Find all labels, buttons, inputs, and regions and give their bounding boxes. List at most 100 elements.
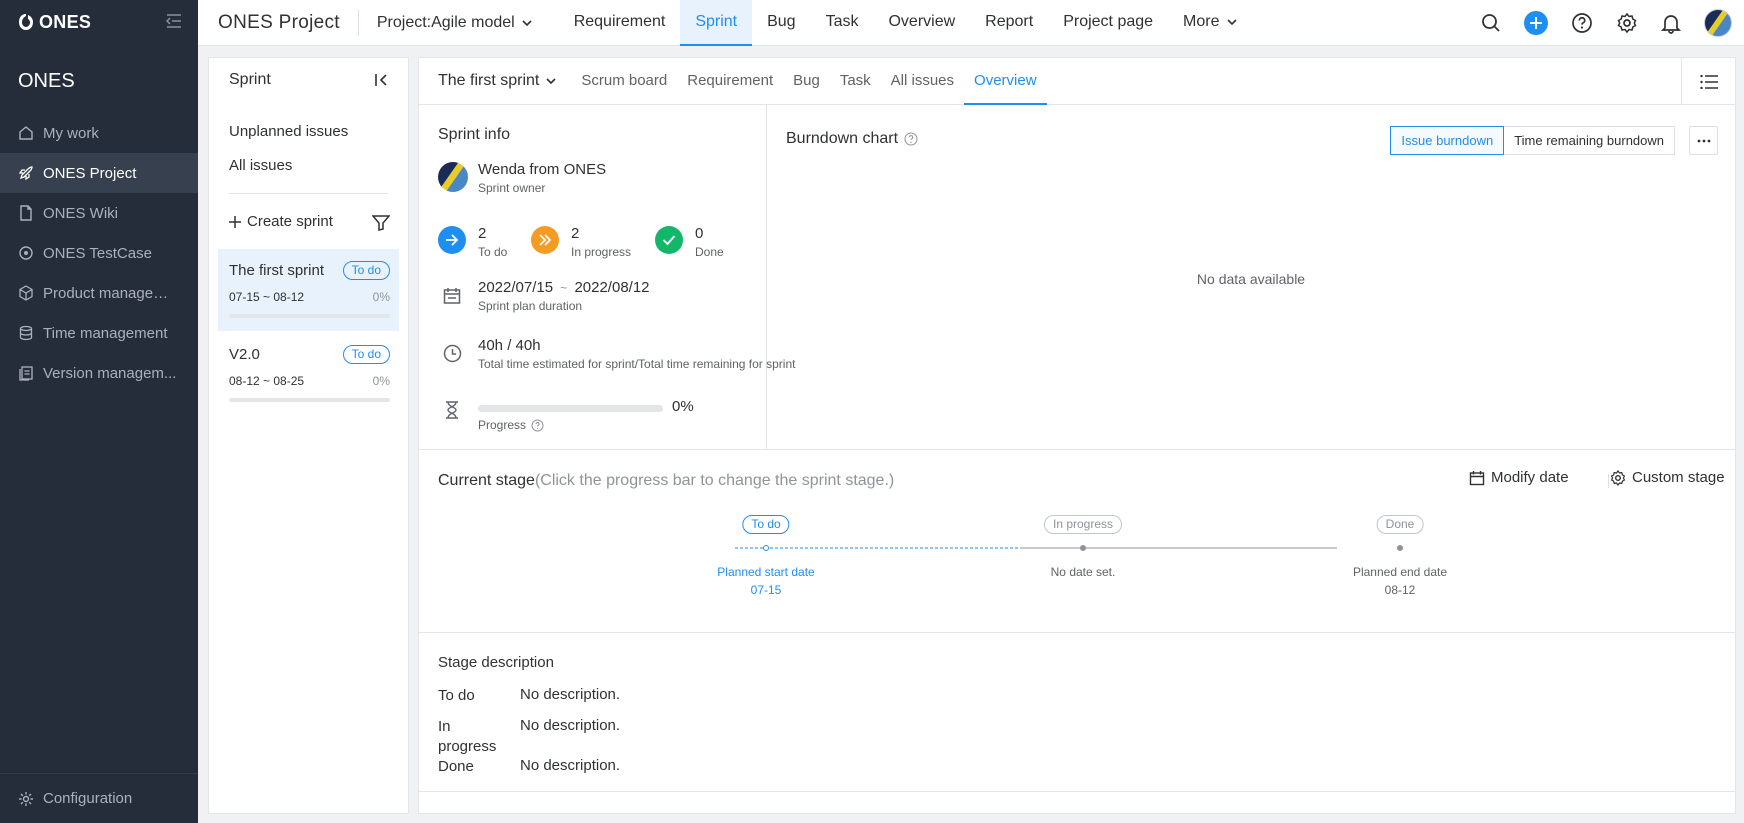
sprint-info-title: Sprint info (438, 126, 511, 143)
stage-chip-done[interactable]: Done (1376, 515, 1424, 534)
top-nav-more-label: More (1183, 12, 1220, 30)
database-icon (19, 325, 33, 341)
create-sprint-label: Create sprint (247, 213, 333, 230)
sidebar-item-label: Version managem... (43, 364, 177, 382)
stage-progress-track[interactable] (419, 450, 1737, 633)
sprint-panel: Sprint Unplanned issues All issues Creat… (208, 57, 409, 814)
all-issues-link[interactable]: All issues (229, 157, 292, 174)
help-icon[interactable] (531, 419, 544, 432)
tab-all-issues[interactable]: All issues (881, 58, 964, 105)
top-nav-overview[interactable]: Overview (873, 0, 970, 46)
sidebar-item-label: ONES Project (43, 164, 137, 182)
date-separator: ~ (560, 281, 568, 295)
in-progress-count: 2 In progress (571, 225, 631, 259)
top-nav-report[interactable]: Report (970, 0, 1048, 46)
settings-icon[interactable] (1616, 12, 1638, 34)
sidebar-item-my-work[interactable]: My work (0, 113, 198, 153)
progress-label: Progress (478, 418, 527, 432)
sprint-selector[interactable]: The first sprint (438, 72, 557, 90)
add-icon[interactable] (1524, 11, 1548, 35)
time-remaining-burndown-button[interactable]: Time remaining burndown (1504, 126, 1675, 155)
top-actions (1458, 0, 1744, 46)
tab-requirement[interactable]: Requirement (677, 58, 783, 105)
document-icon (20, 205, 32, 221)
sprint-name: V2.0 (229, 346, 260, 363)
sprint-selector-label: The first sprint (438, 72, 540, 89)
sidebar-nav: My work ONES Project ONES Wiki ONES Test… (0, 113, 198, 393)
sidebar-configuration[interactable]: Configuration (0, 773, 198, 823)
sidebar-item-label: ONES TestCase (43, 244, 152, 262)
sidebar-item-ones-project[interactable]: ONES Project (0, 153, 198, 193)
top-nav-bug[interactable]: Bug (752, 0, 810, 46)
sidebar-item-ones-testcase[interactable]: ONES TestCase (0, 233, 198, 273)
plus-icon (229, 215, 241, 228)
in-progress-count-value: 2 (571, 225, 580, 242)
tab-bug[interactable]: Bug (783, 58, 830, 105)
stage-value-in-progress: No description. (520, 717, 621, 734)
sidebar-item-label: My work (43, 124, 99, 142)
in-progress-count-icon (531, 226, 559, 254)
sprint-card-first[interactable]: The first sprint To do 07-15 ~ 08-12 0% (218, 249, 399, 331)
sidebar-item-version-management[interactable]: Version managem... (0, 353, 198, 393)
stage-dot-in-progress[interactable] (1080, 545, 1086, 551)
top-nav-project-page[interactable]: Project page (1048, 0, 1168, 46)
collapse-sidebar-icon[interactable] (165, 14, 182, 33)
filter-icon[interactable] (371, 215, 391, 236)
project-selector[interactable]: Project:Agile model (377, 14, 533, 32)
user-avatar[interactable] (1704, 9, 1732, 37)
sprint-progress-bar (229, 314, 390, 318)
sprint-card-v2[interactable]: V2.0 To do 08-12 ~ 08-25 0% (218, 333, 399, 415)
stage-chip-in-progress[interactable]: In progress (1043, 515, 1123, 534)
owner-name[interactable]: Wenda from ONES (478, 161, 606, 178)
todo-count: 2 To do (478, 225, 507, 259)
stage-dot-todo[interactable] (763, 545, 769, 551)
collapse-panel-icon[interactable] (374, 72, 390, 93)
help-icon[interactable] (904, 132, 918, 146)
tab-task[interactable]: Task (830, 58, 881, 105)
home-icon (19, 126, 33, 140)
stage-label-done: Planned end date 08-12 (1353, 563, 1447, 599)
top-nav-requirement[interactable]: Requirement (559, 0, 681, 46)
unplanned-issues-link[interactable]: Unplanned issues (229, 123, 348, 140)
search-icon[interactable] (1481, 13, 1501, 33)
sidebar-item-ones-wiki[interactable]: ONES Wiki (0, 193, 198, 233)
list-view-icon[interactable] (1681, 58, 1735, 105)
configuration-label: Configuration (43, 790, 133, 807)
help-icon[interactable] (1571, 12, 1593, 34)
todo-count-value: 2 (478, 225, 487, 242)
sprint-dates: 08-12 ~ 08-25 (229, 374, 305, 388)
sidebar-item-time-management[interactable]: Time management (0, 313, 198, 353)
issue-burndown-button[interactable]: Issue burndown (1390, 126, 1505, 155)
sprint-percent: 0% (372, 290, 390, 304)
todo-count-label: To do (478, 245, 508, 259)
sidebar-item-product-management[interactable]: Product managem... (0, 273, 198, 313)
top-nav-task[interactable]: Task (811, 0, 874, 46)
sprint-progress-bar (229, 398, 390, 402)
tab-overview[interactable]: Overview (964, 58, 1047, 105)
planned-start-date: 07-15 (750, 583, 782, 597)
sprint-progress-bar (478, 405, 663, 412)
top-nav-sprint[interactable]: Sprint (680, 0, 753, 46)
planned-start-label: Planned start date (717, 565, 815, 579)
end-date: 2022/08/12 (574, 279, 650, 296)
bell-icon[interactable] (1661, 12, 1681, 34)
create-sprint-button[interactable]: Create sprint (229, 213, 333, 230)
hourglass-icon (443, 401, 461, 424)
no-data-text: No data available (1196, 271, 1306, 287)
burndown-title-row: Burndown chart (786, 130, 918, 148)
top-nav-more[interactable]: More (1168, 0, 1252, 46)
current-stage-section: Current stage(Click the progress bar to … (419, 449, 1735, 632)
more-options-button[interactable] (1689, 126, 1718, 155)
ones-logo[interactable]: ONES (18, 10, 91, 34)
sidebar-item-label: Time management (43, 324, 168, 342)
done-count-icon (655, 226, 683, 254)
stage-dot-done[interactable] (1397, 545, 1403, 551)
planned-end-label: Planned end date (1352, 565, 1448, 579)
workspace-title: ONES (18, 70, 75, 92)
start-date: 2022/07/15 (478, 279, 554, 296)
owner-avatar (438, 162, 468, 192)
gear-icon (19, 791, 33, 806)
divider (357, 9, 359, 36)
tab-scrum-board[interactable]: Scrum board (571, 58, 677, 105)
stage-chip-todo[interactable]: To do (742, 515, 790, 534)
